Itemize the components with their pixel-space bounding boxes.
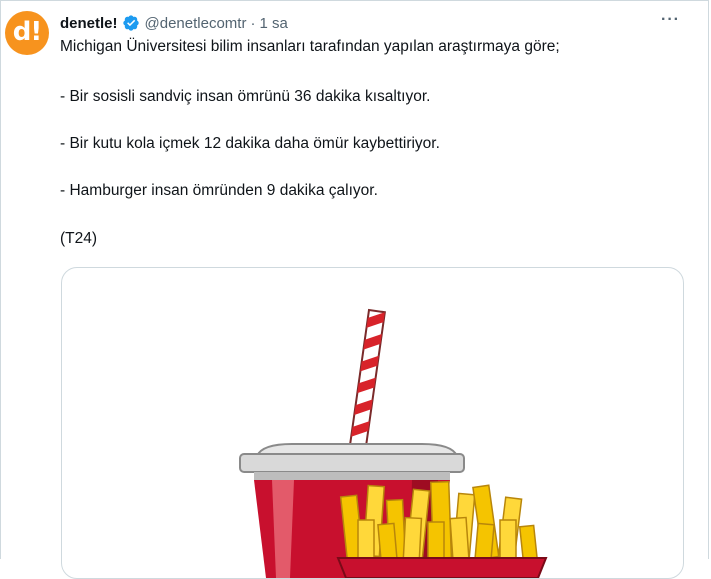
tweet-card[interactable]: d! denetle! @denetlecomtr · 1 sa ··· Mic… bbox=[0, 0, 709, 579]
tweet-text-line: (T24) bbox=[60, 230, 98, 247]
cup-lid bbox=[239, 443, 465, 480]
tweet-text-line: - Hamburger insan ömründen 9 dakika çalı… bbox=[60, 182, 378, 199]
fries-box bbox=[336, 557, 548, 578]
display-name[interactable]: denetle! bbox=[60, 15, 118, 32]
user-handle[interactable]: @denetlecomtr bbox=[145, 15, 247, 32]
tweet-text-line: - Bir kutu kola içmek 12 dakika daha ömü… bbox=[60, 135, 440, 152]
header-separator: · bbox=[250, 14, 256, 32]
avatar[interactable]: d! bbox=[5, 11, 49, 55]
avatar-logo-text: d! bbox=[12, 17, 42, 47]
more-options-icon[interactable]: ··· bbox=[661, 11, 680, 29]
verified-badge-icon bbox=[122, 15, 139, 31]
tweet-header: denetle! @denetlecomtr · 1 sa bbox=[60, 12, 288, 34]
tweet-timestamp[interactable]: 1 sa bbox=[259, 15, 287, 32]
fast-food-illustration bbox=[239, 308, 548, 578]
tweet-media-image[interactable] bbox=[61, 267, 684, 579]
straw bbox=[346, 308, 386, 462]
tweet-text-line: - Bir sosisli sandviç insan ömrünü 36 da… bbox=[60, 88, 431, 105]
tweet-text-line: Michigan Üniversitesi bilim insanları ta… bbox=[60, 38, 560, 55]
